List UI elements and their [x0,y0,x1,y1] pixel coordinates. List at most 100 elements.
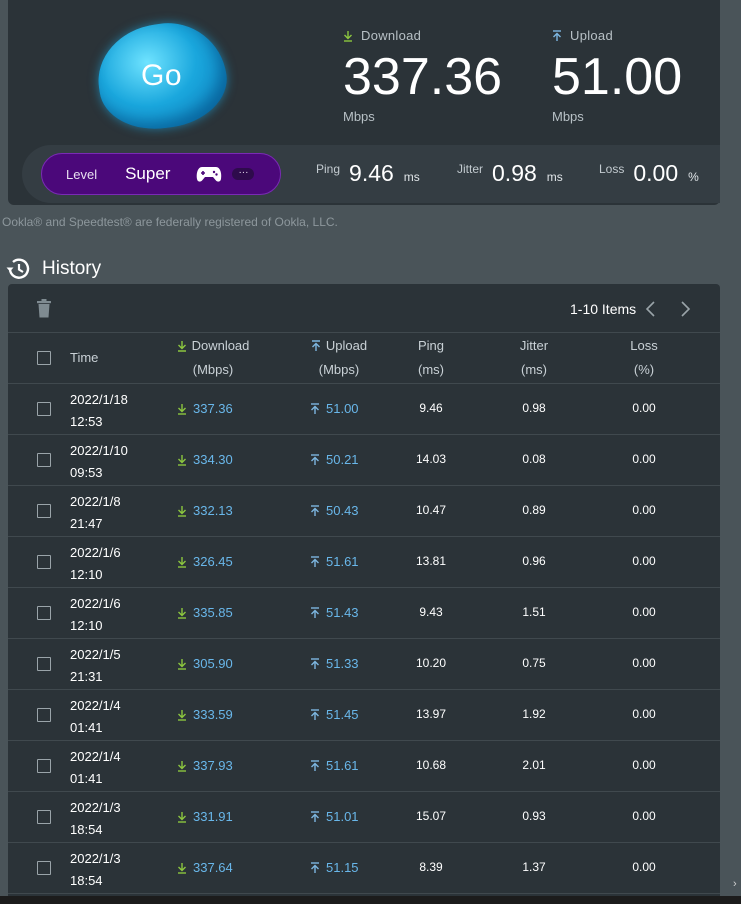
download-metric: Download 337.36 Mbps [343,28,502,124]
table-row[interactable]: 2022/1/6 12:10 326.45 51.61 13.81 0.96 0.00 [8,537,720,588]
row-download-value: 337.36 [193,401,233,416]
level-label: Level [66,166,98,182]
row-time: 01:41 [70,771,103,786]
download-arrow-icon [178,556,186,568]
row-checkbox[interactable] [37,555,51,569]
upload-arrow-icon [311,555,319,567]
row-jitter: 0.08 [522,452,546,466]
upload-arrow-icon [311,759,319,771]
download-arrow-icon [178,658,186,670]
loss-stat: Loss 0.00 % [599,160,699,187]
go-button-label: Go [141,59,183,92]
table-row[interactable]: 2022/1/3 18:54 337.64 51.15 8.39 1.37 0.00 [8,843,720,894]
row-time: 18:54 [70,873,103,888]
download-label: Download [361,28,422,43]
row-download: 335.85 [177,605,233,620]
upload-arrow-icon [311,708,319,720]
upload-arrow-icon [311,657,319,669]
table-body: 2022/1/18 12:53 337.36 51.00 9.46 0.98 0.00 202… [8,384,720,894]
row-download-value: 305.90 [193,656,233,671]
table-row[interactable]: 2022/1/4 01:41 337.93 51.61 10.68 2.01 0.00 [8,741,720,792]
table-row[interactable]: 2022/1/10 09:53 334.30 50.21 14.03 0.08 0.00 [8,435,720,486]
row-date: 2022/1/3 [70,800,121,815]
row-timestamp: 2022/1/3 18:54 [70,797,121,841]
download-value: 337.36 [343,48,503,106]
level-more-button[interactable]: ··· [232,168,255,180]
row-ping: 15.07 [415,809,447,823]
table-row[interactable]: 2022/1/5 21:31 305.90 51.33 10.20 0.75 0.00 [8,639,720,690]
row-download: 337.64 [177,860,233,875]
table-row[interactable]: 2022/1/3 18:54 331.91 51.01 15.07 0.93 0.00 [8,792,720,843]
row-download: 334.30 [177,452,233,467]
row-checkbox[interactable] [37,504,51,518]
upload-value: 51.00 [552,48,683,106]
header-upload: Upload (Mbps) [299,334,379,382]
row-checkbox[interactable] [37,861,51,875]
upload-arrow-icon [311,606,319,618]
row-checkbox[interactable] [37,606,51,620]
table-row[interactable]: 2022/1/18 12:53 337.36 51.00 9.46 0.98 0.00 [8,384,720,435]
header-jitter-label: Jitter [519,338,549,353]
row-loss: 0.00 [632,707,656,721]
table-row[interactable]: 2022/1/4 01:41 333.59 51.45 13.97 1.92 0.00 [8,690,720,741]
gamepad-icon [197,167,222,182]
table-row[interactable]: 2022/1/6 12:10 335.85 51.43 9.43 1.51 0.00 [8,588,720,639]
row-checkbox[interactable] [37,759,51,773]
row-checkbox[interactable] [37,810,51,824]
download-arrow-icon [178,607,186,619]
row-jitter: 0.75 [522,656,546,670]
upload-arrow-icon [553,29,561,41]
row-upload: 50.21 [310,452,359,467]
row-upload-value: 51.33 [326,656,359,671]
row-download-value: 331.91 [193,809,233,824]
row-jitter: 1.51 [522,605,546,619]
row-upload-value: 51.43 [326,605,359,620]
row-timestamp: 2022/1/6 12:10 [70,593,121,637]
header-upload-label: Upload [325,338,368,353]
download-arrow-icon [178,760,186,772]
row-ping: 9.46 [419,401,443,415]
row-upload-value: 51.61 [326,554,359,569]
row-checkbox[interactable] [37,657,51,671]
row-ping: 13.97 [415,707,447,721]
table-row[interactable]: 2022/1/8 21:47 332.13 50.43 10.47 0.89 0.00 [8,486,720,537]
chevron-right-icon[interactable] [678,300,692,318]
row-timestamp: 2022/1/10 09:53 [70,440,128,484]
row-date: 2022/1/4 [70,749,121,764]
row-timestamp: 2022/1/5 21:31 [70,644,121,688]
row-jitter: 0.89 [522,503,546,517]
upload-arrow-icon [311,402,319,414]
upload-unit: Mbps [552,109,584,124]
scrollbar-arrow[interactable]: › [733,878,737,890]
row-download-value: 334.30 [193,452,233,467]
row-timestamp: 2022/1/4 01:41 [70,695,121,739]
row-loss: 0.00 [632,809,656,823]
header-time: Time [70,350,99,365]
header-download-unit: (Mbps) [192,362,234,377]
download-arrow-icon [177,341,186,352]
jitter-unit: ms [546,170,563,184]
row-time: 12:10 [70,618,103,633]
history-table: 1-10 Items Time Download (Mbps) Upload (… [8,284,720,904]
row-jitter: 0.98 [522,401,546,415]
row-checkbox[interactable] [37,453,51,467]
row-loss: 0.00 [632,452,656,466]
chevron-left-icon[interactable] [644,300,658,318]
row-date: 2022/1/3 [70,851,121,866]
header-ping-unit: (ms) [418,362,444,377]
row-checkbox[interactable] [37,402,51,416]
row-time: 21:47 [70,516,103,531]
row-upload-value: 51.61 [326,758,359,773]
select-all-checkbox[interactable] [37,351,51,365]
header-jitter: Jitter (ms) [504,334,564,382]
header-upload-unit: (Mbps) [318,362,360,377]
row-jitter: 0.96 [522,554,546,568]
row-loss: 0.00 [632,503,656,517]
upload-metric: Upload 51.00 Mbps [552,28,682,124]
trash-icon[interactable] [36,299,52,318]
pager-range: 1-10 Items [570,301,637,317]
row-loss: 0.00 [632,758,656,772]
jitter-label: Jitter [457,162,484,176]
row-checkbox[interactable] [37,708,51,722]
row-date: 2022/1/6 [70,545,121,560]
